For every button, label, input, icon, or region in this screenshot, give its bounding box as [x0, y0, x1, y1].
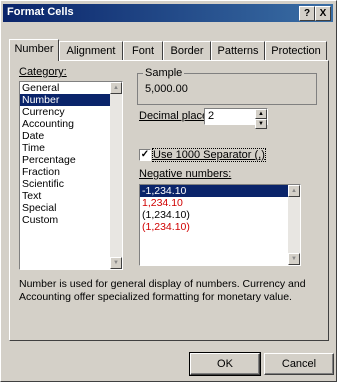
decimal-places-input[interactable]: 2 ▲ ▼: [204, 108, 268, 129]
negative-numbers-listbox[interactable]: -1,234.10 1,234.10 (1,234.10) (1,234.10)…: [139, 184, 301, 266]
use-separator-checkbox[interactable]: ✓: [139, 149, 151, 161]
list-item[interactable]: Accounting: [20, 118, 122, 130]
tab-protection[interactable]: Protection: [265, 41, 327, 60]
list-item[interactable]: Special: [20, 202, 122, 214]
sample-label: Sample: [143, 67, 185, 79]
spin-down-icon[interactable]: ▼: [255, 119, 267, 129]
category-scrollbar[interactable]: ▲ ▼: [110, 82, 122, 269]
decimal-places-spinner[interactable]: ▲ ▼: [255, 109, 267, 129]
list-item[interactable]: (1,234.10): [140, 221, 300, 233]
tab-patterns[interactable]: Patterns: [211, 41, 265, 60]
list-item[interactable]: -1,234.10: [140, 185, 300, 197]
scroll-up-icon[interactable]: ▲: [288, 185, 300, 197]
use-separator-label[interactable]: Use 1000 Separator (,): [152, 148, 266, 162]
decimal-places-value: 2: [208, 110, 215, 122]
scroll-up-icon[interactable]: ▲: [110, 82, 122, 94]
negative-numbers-label: Negative numbers:: [139, 168, 232, 180]
list-item[interactable]: Scientific: [20, 178, 122, 190]
help-button[interactable]: ?: [299, 6, 315, 21]
scroll-down-icon[interactable]: ▼: [288, 253, 300, 265]
close-button[interactable]: X: [315, 6, 331, 21]
dialog-title: Format Cells: [7, 6, 74, 18]
list-item[interactable]: (1,234.10): [140, 209, 300, 221]
tab-alignment[interactable]: Alignment: [59, 41, 123, 60]
list-item[interactable]: Number: [20, 94, 122, 106]
title-bar[interactable]: Format Cells ? X: [3, 4, 333, 22]
cancel-button[interactable]: Cancel: [264, 353, 334, 375]
tab-font[interactable]: Font: [123, 41, 163, 60]
list-item[interactable]: 1,234.10: [140, 197, 300, 209]
list-item[interactable]: General: [20, 82, 122, 94]
category-label: Category:: [19, 66, 67, 78]
spin-up-icon[interactable]: ▲: [255, 109, 267, 119]
list-item[interactable]: Currency: [20, 106, 122, 118]
list-item[interactable]: Fraction: [20, 166, 122, 178]
ok-button[interactable]: OK: [189, 352, 261, 376]
negative-numbers-scrollbar[interactable]: ▲ ▼: [288, 185, 300, 265]
category-description: Number is used for general display of nu…: [19, 278, 306, 303]
scroll-down-icon[interactable]: ▼: [110, 257, 122, 269]
checkmark-icon: ✓: [140, 149, 150, 160]
list-item[interactable]: Date: [20, 130, 122, 142]
list-item[interactable]: Text: [20, 190, 122, 202]
tab-border[interactable]: Border: [163, 41, 211, 60]
list-item[interactable]: Percentage: [20, 154, 122, 166]
sample-value: 5,000.00: [145, 83, 188, 95]
format-cells-dialog: Format Cells ? X Number Alignment Font B…: [0, 0, 337, 382]
list-item[interactable]: Custom: [20, 214, 122, 226]
category-listbox[interactable]: General Number Currency Accounting Date …: [19, 81, 123, 270]
tab-number[interactable]: Number: [9, 39, 59, 61]
list-item[interactable]: Time: [20, 142, 122, 154]
